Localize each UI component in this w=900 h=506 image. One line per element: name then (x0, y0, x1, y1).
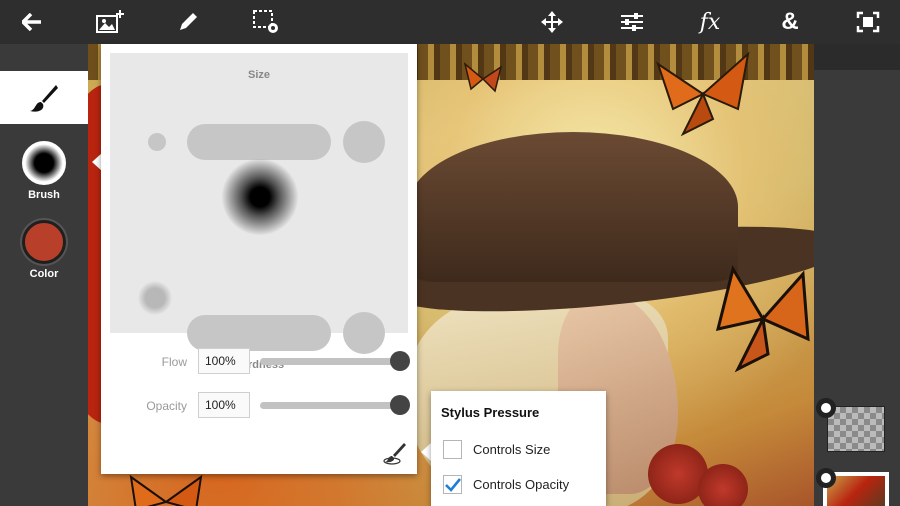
color-label: Color (29, 268, 59, 280)
opacity-slider[interactable] (260, 402, 400, 409)
layer-art-image (827, 476, 885, 506)
butterfly-image (715, 265, 810, 373)
hardness-slider[interactable] (187, 315, 331, 351)
flow-slider[interactable] (260, 358, 400, 365)
size-label: Size (247, 69, 270, 81)
stylus-pressure-popup: Stylus Pressure Controls Size Controls O… (431, 391, 606, 506)
brush-label: Brush (28, 189, 60, 201)
butterfly-image (463, 61, 503, 93)
add-image-icon[interactable] (94, 7, 126, 37)
paintbrush-icon (30, 84, 58, 112)
controls-size-label: Controls Size (473, 442, 551, 457)
combine-icon[interactable]: & (774, 7, 806, 37)
fullscreen-icon[interactable] (852, 7, 884, 37)
layer-visibility-icon[interactable] (816, 398, 836, 418)
hat-crown (408, 132, 738, 282)
controls-opacity-option[interactable]: Controls Opacity (443, 475, 569, 494)
checkmark-icon (444, 477, 461, 492)
brush-tip-preview (222, 159, 298, 235)
move-icon[interactable] (536, 7, 568, 37)
selection-settings-icon[interactable] (250, 7, 282, 37)
back-arrow-icon[interactable] (16, 7, 48, 37)
brush-settings-panel: Size Hardness Flow 100% Opacity 100% (101, 44, 417, 474)
opacity-value-field[interactable]: 100% (198, 392, 250, 418)
color-swatch[interactable] (22, 220, 66, 264)
adjustments-icon[interactable] (616, 7, 648, 37)
popup-pointer (421, 443, 431, 461)
opacity-slider-knob[interactable] (390, 395, 410, 415)
brush-swatch[interactable] (22, 141, 66, 185)
butterfly-image (129, 474, 203, 506)
hardness-hard-dot[interactable] (343, 312, 385, 354)
hardness-soft-dot[interactable] (138, 281, 172, 315)
popup-title: Stylus Pressure (441, 405, 540, 420)
flow-value-field[interactable]: 100% (198, 348, 250, 374)
tool-rail: Brush Color (0, 44, 88, 506)
size-small-dot[interactable] (148, 133, 166, 151)
controls-size-option[interactable]: Controls Size (443, 440, 550, 459)
brush-tool-button[interactable] (0, 71, 88, 124)
layer-thumbnail-empty[interactable] (827, 406, 885, 452)
flow-slider-knob[interactable] (390, 351, 410, 371)
controls-opacity-checkbox[interactable] (443, 475, 462, 494)
layer-visibility-icon[interactable] (816, 468, 836, 488)
controls-size-checkbox[interactable] (443, 440, 462, 459)
top-toolbar: fx & (0, 0, 900, 44)
effects-icon[interactable]: fx (694, 7, 726, 37)
opacity-label: Opacity (146, 399, 187, 413)
size-large-dot[interactable] (343, 121, 385, 163)
controls-opacity-label: Controls Opacity (473, 477, 570, 492)
stylus-pressure-icon[interactable] (383, 441, 407, 465)
butterfly-image (656, 51, 750, 137)
brush-preview-area: Size Hardness (110, 53, 408, 371)
pencil-icon[interactable] (172, 7, 204, 37)
rose (698, 464, 748, 506)
size-slider[interactable] (187, 124, 331, 160)
flow-label: Flow (161, 355, 187, 369)
